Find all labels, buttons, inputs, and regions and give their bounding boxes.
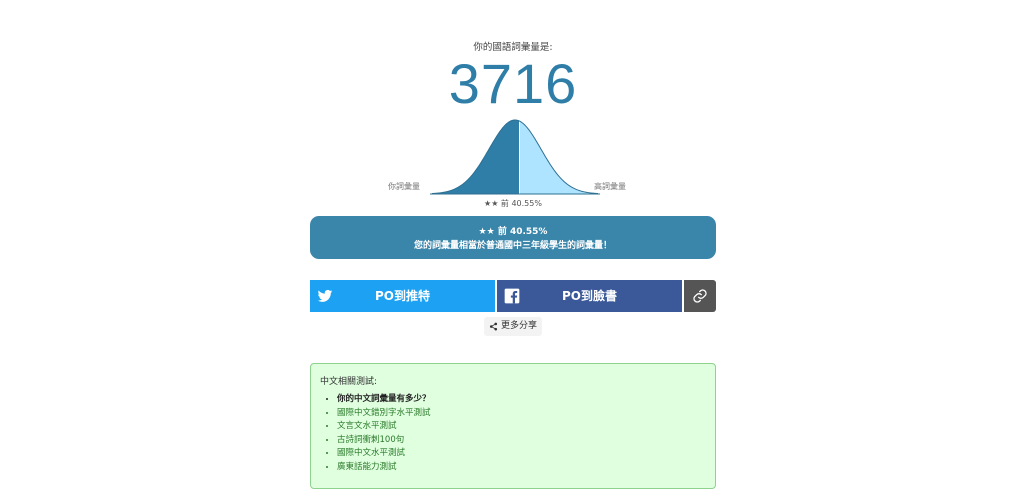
related-link[interactable]: 古詩詞衝刺100句 <box>337 435 404 445</box>
vocabulary-score: 3716 <box>448 52 578 115</box>
curve-caption: ★★ 前 40.55% <box>484 198 542 208</box>
list-item[interactable]: 國際中文水平測試 <box>337 447 431 461</box>
list-item[interactable]: 廣東話能力測試 <box>337 461 431 475</box>
list-item[interactable]: 文言文水平測試 <box>337 420 431 434</box>
copy-link-button[interactable] <box>684 280 716 312</box>
curve-above-area <box>520 121 598 194</box>
related-tests-box: 中文相關測試: 你的中文詞彙量有多少？ 國際中文錯別字水平測試 文言文水平測試 … <box>310 363 716 489</box>
distribution-curve: 你詞彙量 高詞彙量 ★★ 前 40.55% <box>388 119 626 208</box>
result-description: 您的詞彙量相當於普通國中三年級學生的詞彙量！ <box>413 241 612 251</box>
related-link[interactable]: 國際中文水平測試 <box>337 448 405 458</box>
more-share-button[interactable]: 更多分享 <box>484 317 543 336</box>
related-item-current: 你的中文詞彙量有多少？ <box>337 393 431 407</box>
twitter-label: PO到推特 <box>375 289 430 303</box>
score-subtitle: 你的國語詞彙量是: <box>473 42 553 53</box>
more-share-label: 更多分享 <box>501 321 538 331</box>
facebook-label: PO到臉書 <box>562 289 617 303</box>
share-twitter-button[interactable]: PO到推特 <box>310 280 495 312</box>
related-heading: 中文相關測試: <box>320 377 378 387</box>
share-facebook-button[interactable]: PO到臉書 <box>497 280 682 312</box>
curve-left-label: 你詞彙量 <box>388 181 420 191</box>
curve-right-label: 高詞彙量 <box>594 181 626 191</box>
related-link[interactable]: 廣東話能力測試 <box>337 462 397 472</box>
list-item[interactable]: 古詩詞衝刺100句 <box>337 434 431 448</box>
list-item[interactable]: 國際中文錯別字水平測試 <box>337 407 431 421</box>
related-list: 你的中文詞彙量有多少？ 國際中文錯別字水平測試 文言文水平測試 古詩詞衝刺100… <box>311 393 431 475</box>
share-icon <box>489 322 498 331</box>
share-bar: PO到推特 PO到臉書 <box>310 280 716 312</box>
result-rank: ★★ 前 40.55% <box>478 227 548 237</box>
related-link[interactable]: 國際中文錯別字水平測試 <box>337 408 431 418</box>
curve-below-area <box>432 120 519 194</box>
facebook-icon <box>504 288 520 304</box>
twitter-icon <box>317 289 333 302</box>
link-icon <box>693 289 707 303</box>
result-box: ★★ 前 40.55% 您的詞彙量相當於普通國中三年級學生的詞彙量！ <box>310 216 716 259</box>
related-link[interactable]: 文言文水平測試 <box>337 421 397 431</box>
